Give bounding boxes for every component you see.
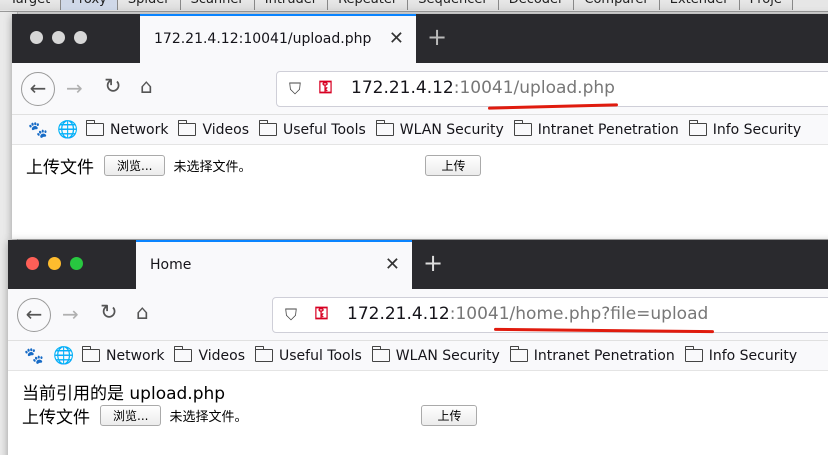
burp-tab-strip: Target Proxy Spider Scanner Intruder Rep… bbox=[0, 0, 828, 12]
upload-form: 上传文件 浏览... 未选择文件。 上传 bbox=[22, 403, 824, 428]
folder-icon bbox=[259, 120, 277, 136]
close-window-button[interactable] bbox=[30, 31, 43, 44]
plus-icon[interactable]: + bbox=[423, 249, 443, 277]
burp-tab-decoder[interactable]: Decoder bbox=[498, 0, 575, 10]
plus-icon[interactable]: + bbox=[427, 23, 447, 51]
upload-label: 上传文件 bbox=[26, 157, 94, 178]
arrow-left-icon[interactable]: ← bbox=[17, 298, 51, 332]
burp-tab-target[interactable]: Target bbox=[0, 0, 62, 10]
arrow-right-icon[interactable]: → bbox=[62, 302, 79, 326]
browse-button[interactable]: 浏览... bbox=[100, 404, 162, 426]
arrow-left-icon[interactable]: ← bbox=[21, 72, 55, 106]
baidu-paw-icon[interactable]: 🐾 bbox=[26, 120, 50, 139]
navigation-bar: ← → ↻ ⌂ ⛉ ⚿ 172.21.4.12:10041/upload.php bbox=[12, 63, 828, 115]
burp-tab-scanner[interactable]: Scanner bbox=[180, 0, 255, 10]
folder-icon bbox=[178, 120, 197, 136]
bookmark-info-security[interactable]: Info Security bbox=[688, 120, 801, 138]
folder-icon bbox=[255, 346, 273, 362]
bookmarks-toolbar: 🐾 🌐 Network Videos Useful Tools WLAN Sec… bbox=[12, 115, 828, 145]
zoom-window-button[interactable] bbox=[74, 31, 87, 44]
burp-tab-intruder[interactable]: Intruder bbox=[254, 0, 329, 10]
upload-button[interactable]: 上传 bbox=[425, 154, 482, 176]
browser-window-home: Home ✕ + ← → ↻ ⌂ ⛉ ⚿ 172.21.4.12:10041/h… bbox=[8, 240, 828, 455]
browse-button[interactable]: 浏览... bbox=[104, 154, 166, 176]
bookmark-info-security[interactable]: Info Security bbox=[684, 346, 797, 364]
close-icon[interactable]: ✕ bbox=[385, 254, 400, 275]
upload-label: 上传文件 bbox=[22, 407, 90, 428]
close-icon[interactable]: ✕ bbox=[389, 28, 404, 49]
folder-icon bbox=[174, 346, 193, 362]
folder-icon bbox=[82, 346, 100, 362]
bookmark-videos[interactable]: Videos bbox=[174, 346, 245, 364]
url-host: 172.21.4.12 bbox=[347, 304, 450, 324]
arrow-right-icon[interactable]: → bbox=[66, 76, 83, 100]
burp-tab-proxy[interactable]: Proxy bbox=[61, 0, 118, 10]
url-path: :10041/home.php?file=upload bbox=[449, 304, 709, 324]
titlebar: Home ✕ + bbox=[8, 240, 828, 289]
bookmark-useful-tools[interactable]: Useful Tools bbox=[255, 346, 362, 364]
burp-tab-repeater[interactable]: Repeater bbox=[328, 0, 409, 10]
page-content: 当前引用的是 upload.php 上传文件 浏览... 未选择文件。 上传 bbox=[8, 371, 828, 455]
titlebar: 172.21.4.12:10041/upload.php ✕ + bbox=[12, 14, 828, 63]
upload-form: 上传文件 浏览... 未选择文件。 上传 bbox=[26, 153, 828, 178]
no-file-selected-text: 未选择文件。 bbox=[173, 159, 252, 175]
home-icon[interactable]: ⌂ bbox=[136, 300, 149, 324]
bookmark-network[interactable]: Network bbox=[82, 346, 164, 364]
globe-icon[interactable]: 🌐 bbox=[54, 120, 82, 140]
bookmark-intranet-penetration[interactable]: Intranet Penetration bbox=[509, 346, 675, 364]
reload-icon[interactable]: ↻ bbox=[104, 74, 122, 98]
window-controls bbox=[26, 257, 83, 270]
bookmark-network[interactable]: Network bbox=[86, 120, 168, 138]
browser-window-upload: 172.21.4.12:10041/upload.php ✕ + ← → ↻ ⌂… bbox=[12, 14, 828, 239]
url-text[interactable]: 172.21.4.12:10041/upload.php bbox=[351, 78, 615, 98]
url-bar[interactable]: ⛉ ⚿ 172.21.4.12:10041/upload.php bbox=[276, 71, 828, 107]
bookmark-useful-tools[interactable]: Useful Tools bbox=[259, 120, 366, 138]
tab-title: 172.21.4.12:10041/upload.php bbox=[154, 31, 372, 47]
bookmark-intranet-penetration[interactable]: Intranet Penetration bbox=[513, 120, 679, 138]
folder-icon bbox=[371, 346, 390, 362]
zoom-window-button[interactable] bbox=[70, 257, 83, 270]
burp-tab-sequencer[interactable]: Sequencer bbox=[408, 0, 499, 10]
insecure-lock-icon[interactable]: ⚿ bbox=[315, 304, 328, 324]
minimize-window-button[interactable] bbox=[52, 31, 65, 44]
bookmark-videos[interactable]: Videos bbox=[178, 120, 249, 138]
minimize-window-button[interactable] bbox=[48, 257, 61, 270]
bookmarks-toolbar: 🐾 🌐 Network Videos Useful Tools WLAN Sec… bbox=[8, 341, 828, 371]
home-icon[interactable]: ⌂ bbox=[140, 74, 153, 98]
page-content: 上传文件 浏览... 未选择文件。 上传 bbox=[12, 145, 828, 239]
reload-icon[interactable]: ↻ bbox=[100, 300, 118, 324]
url-path: :10041/upload.php bbox=[453, 78, 615, 98]
window-controls bbox=[30, 31, 87, 44]
folder-icon bbox=[509, 346, 528, 362]
folder-icon bbox=[684, 346, 703, 362]
browser-tab[interactable]: Home ✕ bbox=[136, 240, 412, 289]
burp-tab-comparer[interactable]: Comparer bbox=[574, 0, 660, 10]
upload-button[interactable]: 上传 bbox=[421, 404, 478, 426]
current-include-text: 当前引用的是 upload.php bbox=[22, 383, 226, 404]
folder-icon bbox=[375, 120, 394, 136]
shield-icon[interactable]: ⛉ bbox=[289, 79, 301, 99]
close-window-button[interactable] bbox=[26, 257, 39, 270]
url-text[interactable]: 172.21.4.12:10041/home.php?file=upload bbox=[347, 304, 708, 324]
insecure-lock-icon[interactable]: ⚿ bbox=[319, 78, 332, 98]
shield-icon[interactable]: ⛉ bbox=[285, 305, 297, 325]
folder-icon bbox=[513, 120, 532, 136]
tab-title: Home bbox=[150, 257, 192, 273]
burp-tab-project[interactable]: Proje bbox=[739, 0, 793, 10]
browser-tab[interactable]: 172.21.4.12:10041/upload.php ✕ bbox=[140, 14, 416, 63]
navigation-bar: ← → ↻ ⌂ ⛉ ⚿ 172.21.4.12:10041/home.php?f… bbox=[8, 289, 828, 341]
baidu-paw-icon[interactable]: 🐾 bbox=[22, 346, 46, 365]
bookmark-wlan-security[interactable]: WLAN Security bbox=[371, 346, 500, 364]
no-file-selected-text: 未选择文件。 bbox=[169, 409, 248, 425]
globe-icon[interactable]: 🌐 bbox=[50, 346, 78, 366]
folder-icon bbox=[86, 120, 104, 136]
url-host: 172.21.4.12 bbox=[351, 78, 454, 98]
burp-tab-extender[interactable]: Extender bbox=[659, 0, 740, 10]
burp-tab-spider[interactable]: Spider bbox=[117, 0, 181, 10]
folder-icon bbox=[688, 120, 707, 136]
bookmark-wlan-security[interactable]: WLAN Security bbox=[375, 120, 504, 138]
